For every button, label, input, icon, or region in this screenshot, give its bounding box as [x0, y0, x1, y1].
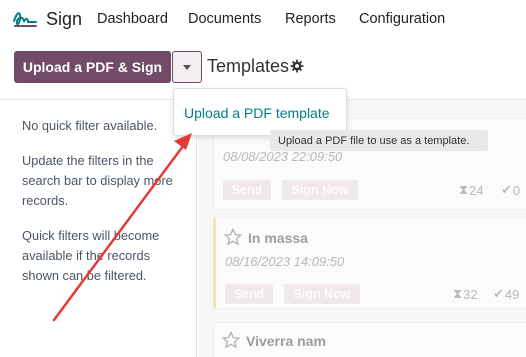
hourglass-icon: ⧗	[459, 182, 469, 197]
upload-dropdown-toggle[interactable]	[172, 51, 202, 83]
sign-logo-icon[interactable]	[12, 9, 38, 29]
star-icon[interactable]	[224, 228, 242, 246]
send-button[interactable]: Send	[223, 180, 271, 200]
card-date: 08/16/2023 14:09:50	[225, 254, 345, 269]
card-date: 08/08/2023 22:09:50	[223, 149, 343, 164]
sidebar-text-quick-filters: Quick filters will become available if t…	[22, 228, 160, 283]
template-card[interactable]: In massa 08/16/2023 14:09:50 Send Sign N…	[213, 217, 526, 309]
app-name[interactable]: Sign	[46, 9, 82, 30]
nav-reports[interactable]: Reports	[285, 11, 336, 27]
nav-configuration[interactable]: Configuration	[359, 11, 445, 27]
top-navbar: Sign Dashboard Documents Reports Configu…	[0, 0, 526, 38]
sign-now-button[interactable]: Sign Now	[284, 284, 360, 304]
sign-now-button[interactable]: Sign Now	[282, 180, 358, 200]
page-title: Templates	[207, 56, 290, 76]
done-count: ✔ 49	[493, 286, 520, 302]
upload-pdf-template-item[interactable]: Upload a PDF template	[184, 105, 330, 121]
gear-icon[interactable]	[290, 59, 304, 73]
card-title[interactable]: In massa	[248, 230, 308, 246]
upload-pdf-sign-button[interactable]: Upload a PDF & Sign	[14, 51, 171, 83]
check-icon: ✔	[501, 182, 512, 197]
check-icon: ✔	[493, 286, 504, 301]
upload-dropdown-menu: Upload a PDF template	[173, 88, 347, 136]
template-card[interactable]: Viverra nam	[213, 322, 526, 357]
caret-down-icon	[183, 64, 191, 70]
send-button[interactable]: Send	[225, 284, 273, 304]
done-count: ✔ 0	[501, 182, 521, 198]
star-icon[interactable]	[222, 331, 240, 349]
nav-dashboard[interactable]: Dashboard	[97, 11, 168, 27]
nav-documents[interactable]: Documents	[188, 11, 261, 27]
sidebar-text-no-filter: No quick filter available.	[22, 118, 158, 133]
sidebar-text-update-filters: Update the filters in the search bar to …	[22, 153, 173, 208]
pending-count: ⧗ 24	[459, 182, 484, 198]
upload-template-tooltip: Upload a PDF file to use as a template.	[270, 130, 488, 151]
card-title[interactable]: Viverra nam	[246, 333, 326, 349]
filter-sidebar: No quick filter available. Update the fi…	[0, 100, 197, 357]
hourglass-icon: ⧗	[453, 286, 463, 301]
pending-count: ⧗ 32	[453, 286, 478, 302]
